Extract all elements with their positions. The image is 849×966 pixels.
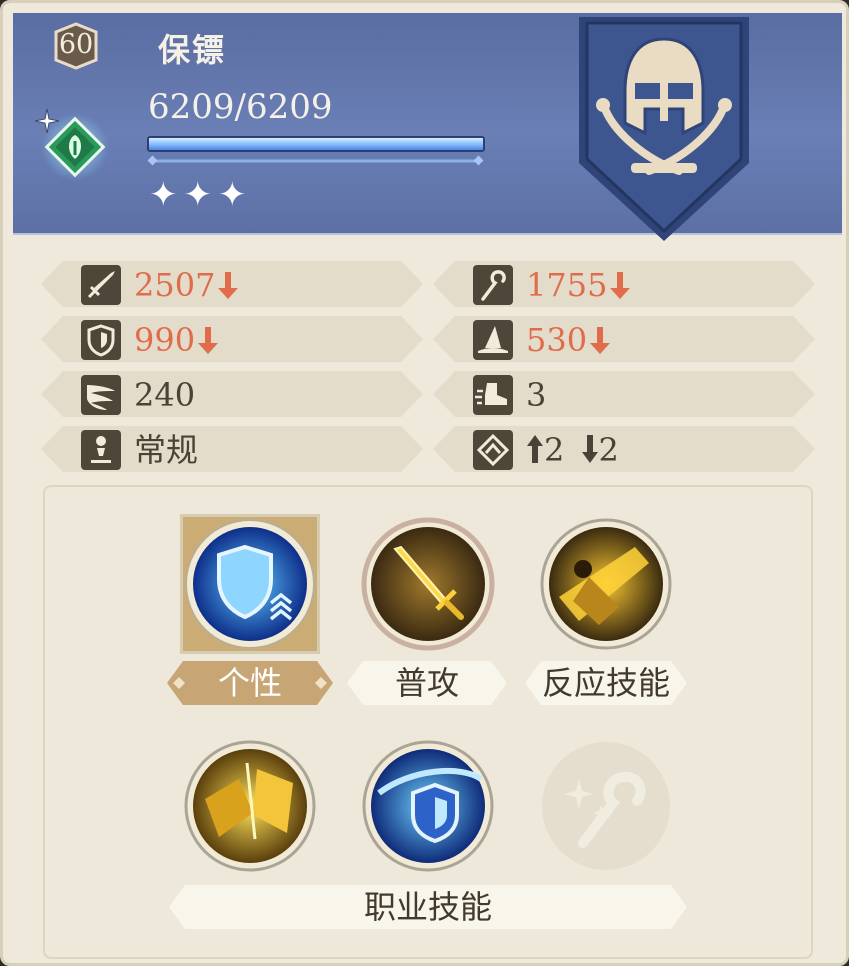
type-value: 常规 (134, 431, 199, 469)
hp-value: 6209/6209 (148, 87, 333, 127)
stat-row-jump[interactable]: 2 2 (433, 426, 815, 472)
staff-icon (473, 265, 513, 305)
figure-icon (81, 430, 121, 470)
stat-row-attack[interactable]: 2507 (41, 261, 423, 307)
shield-icon (81, 320, 121, 360)
rarity-stars: ✦✦✦ (149, 175, 253, 215)
empty-skill-slot-icon (539, 739, 673, 873)
jump-value: 2 2 (526, 430, 619, 470)
arrow-down-icon (581, 435, 598, 463)
evasion-value: 240 (134, 376, 196, 414)
sword-icon (81, 265, 121, 305)
hp-sub-bar (147, 155, 484, 166)
wizard-hat-icon (473, 320, 513, 360)
boot-icon (473, 375, 513, 415)
arrow-up-icon (527, 435, 543, 463)
magic-defense-value: 530 (526, 320, 611, 360)
jump-icon (473, 430, 513, 470)
normal-attack-skill-icon[interactable] (361, 517, 495, 651)
arrow-down-icon (610, 272, 631, 299)
reaction-skill-icon[interactable] (539, 517, 673, 651)
normal-attack-label[interactable]: 普攻 (347, 661, 507, 705)
class-skills-label[interactable]: 职业技能 (169, 885, 687, 929)
hp-bar (147, 136, 485, 152)
stat-row-move[interactable]: 3 (433, 371, 815, 417)
stat-row-magic-attack[interactable]: 1755 (433, 261, 815, 307)
move-value: 3 (526, 376, 547, 414)
class-skill-1-icon[interactable] (183, 739, 317, 873)
trait-label[interactable]: 个性 (167, 661, 333, 705)
stat-row-evasion[interactable]: 240 (41, 371, 423, 417)
magic-attack-value: 1755 (526, 265, 631, 305)
defense-value: 990 (134, 320, 219, 360)
arrow-down-icon (218, 272, 239, 299)
stat-row-type[interactable]: 常规 (41, 426, 423, 472)
trait-skill-icon[interactable] (183, 517, 317, 651)
arrow-down-icon (198, 327, 219, 354)
stat-row-defense[interactable]: 990 (41, 316, 423, 362)
wing-icon (81, 375, 121, 415)
class-skill-2-icon[interactable] (361, 739, 495, 873)
unit-level: 60 (58, 29, 94, 60)
attack-value: 2507 (134, 265, 239, 305)
stat-row-magic-defense[interactable]: 530 (433, 316, 815, 362)
reaction-label[interactable]: 反应技能 (525, 661, 687, 705)
hp-bar-fill (149, 138, 483, 150)
unit-name: 保镖 (158, 31, 227, 69)
arrow-down-icon (590, 327, 611, 354)
unit-info-card: 60 保镖 6209/6209 ✦✦✦ 2507 1755 990 530 24… (0, 0, 849, 966)
element-badge-icon[interactable] (33, 103, 113, 183)
class-emblem-icon[interactable] (575, 13, 753, 245)
